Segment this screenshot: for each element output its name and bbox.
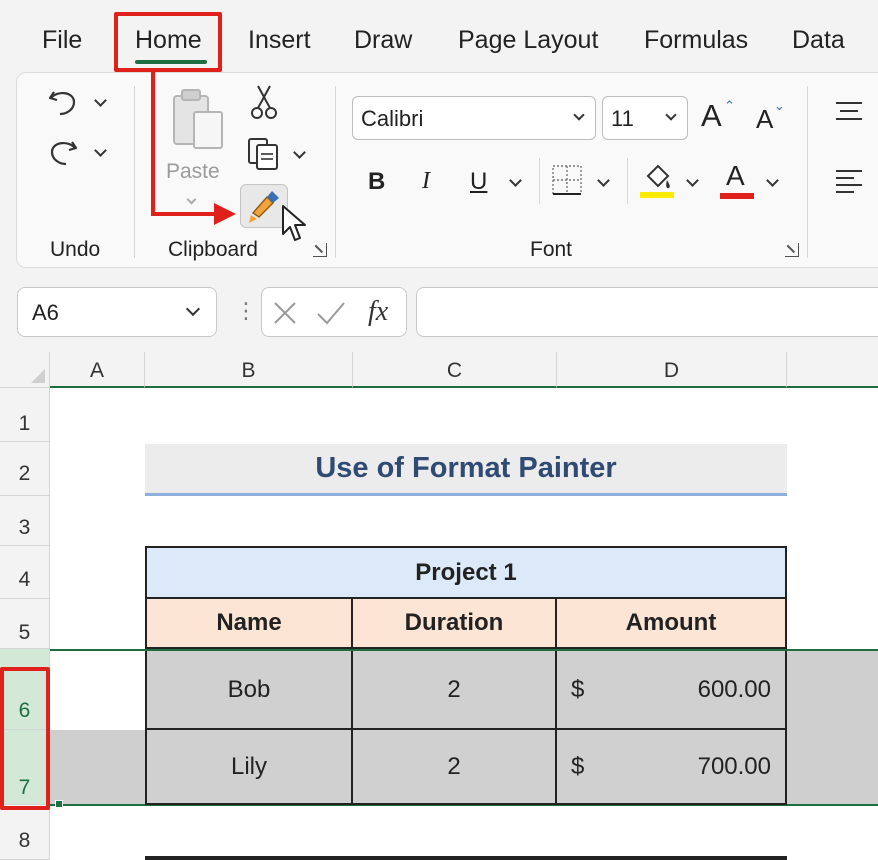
sheet-title-cell[interactable]: Use of Format Painter xyxy=(145,444,787,496)
row-header-5[interactable]: 5 xyxy=(0,599,50,649)
row-header-2[interactable]: 2 xyxy=(0,442,50,496)
align-top-icon[interactable] xyxy=(834,100,864,122)
separator xyxy=(627,158,628,204)
copy-icon[interactable] xyxy=(246,136,282,172)
name-box[interactable]: A6 xyxy=(17,287,217,337)
next-table-border xyxy=(145,856,787,860)
project-header-cell[interactable]: Project 1 xyxy=(145,546,787,599)
borders-icon[interactable] xyxy=(551,164,583,196)
undo-group-label: Undo xyxy=(50,238,101,261)
enter-icon[interactable] xyxy=(316,300,346,326)
chevron-down-icon xyxy=(665,109,677,121)
currency-symbol: $ xyxy=(571,675,585,703)
insert-function-button[interactable]: fx xyxy=(368,296,388,328)
fill-color-icon[interactable] xyxy=(640,162,674,200)
currency-symbol: $ xyxy=(571,752,585,780)
fill-handle[interactable] xyxy=(55,800,63,808)
font-color-letter: A xyxy=(726,160,745,191)
cell-name-bob[interactable]: Bob xyxy=(145,651,353,730)
menu-insert[interactable]: Insert xyxy=(248,26,311,55)
column-header-c[interactable]: C xyxy=(353,352,557,388)
underline-button[interactable]: U xyxy=(470,168,487,196)
group-separator xyxy=(335,86,336,258)
chevron-down-icon xyxy=(573,109,585,121)
bold-button[interactable]: B xyxy=(368,168,385,196)
cell-duration-lily[interactable]: 2 xyxy=(353,730,557,805)
more-options-icon[interactable]: ⋮ xyxy=(235,298,257,324)
header-amount-cell[interactable]: Amount xyxy=(557,599,787,649)
formula-input[interactable] xyxy=(416,287,878,337)
font-name-value: Calibri xyxy=(361,106,424,131)
amount-value: 700.00 xyxy=(697,752,771,780)
annotation-arrow-horizontal xyxy=(151,212,219,216)
cut-icon[interactable] xyxy=(250,84,278,120)
shrink-font-button[interactable]: A xyxy=(756,104,773,135)
annotation-home-highlight xyxy=(114,12,222,72)
column-header-d[interactable]: D xyxy=(557,352,787,388)
menu-draw[interactable]: Draw xyxy=(354,26,412,55)
header-name-cell[interactable]: Name xyxy=(145,599,353,649)
row-header-8[interactable]: 8 xyxy=(0,805,50,860)
mouse-cursor-icon xyxy=(282,205,306,241)
header-duration-cell[interactable]: Duration xyxy=(353,599,557,649)
cell-amount-bob[interactable]: $ 600.00 xyxy=(557,651,787,730)
paste-label[interactable]: Paste xyxy=(166,160,220,184)
menu-file[interactable]: File xyxy=(42,26,82,55)
font-launcher-icon[interactable] xyxy=(785,243,799,257)
font-name-combo[interactable]: Calibri xyxy=(352,96,596,140)
column-header-b[interactable]: B xyxy=(145,352,353,388)
cell-name-lily[interactable]: Lily xyxy=(145,730,353,805)
amount-value: 600.00 xyxy=(697,675,771,703)
cell-duration-bob[interactable]: 2 xyxy=(353,651,557,730)
grow-font-button[interactable]: A xyxy=(701,98,722,134)
selected-cells-e[interactable] xyxy=(787,649,878,805)
font-group-label: Font xyxy=(530,238,573,261)
menu-data[interactable]: Data xyxy=(792,26,845,55)
column-header-a[interactable]: A xyxy=(50,352,145,388)
selected-cell-a7[interactable] xyxy=(50,730,145,805)
clipboard-group-label: Clipboard xyxy=(168,238,258,261)
row-header-4[interactable]: 4 xyxy=(0,546,50,599)
group-separator xyxy=(807,86,808,258)
cell-amount-lily[interactable]: $ 700.00 xyxy=(557,730,787,805)
paste-icon[interactable] xyxy=(168,88,228,154)
menu-page-layout[interactable]: Page Layout xyxy=(458,26,598,55)
annotation-arrow-vertical xyxy=(151,72,155,216)
font-color-swatch xyxy=(720,193,754,199)
grow-arrow-icon: ⌃ xyxy=(724,98,735,113)
font-color-button[interactable]: A xyxy=(720,160,754,200)
align-left-icon[interactable] xyxy=(834,168,864,194)
font-size-value: 11 xyxy=(611,106,634,131)
group-separator xyxy=(134,86,135,258)
font-size-combo[interactable]: 11 xyxy=(602,96,688,140)
cancel-icon[interactable] xyxy=(272,300,298,326)
select-all-corner[interactable] xyxy=(0,352,50,388)
row-header-1[interactable]: 1 xyxy=(0,388,50,442)
separator xyxy=(539,158,540,204)
row-header-3[interactable]: 3 xyxy=(0,496,50,546)
menu-formulas[interactable]: Formulas xyxy=(644,26,748,55)
redo-icon[interactable] xyxy=(46,136,80,170)
annotation-row-header-highlight xyxy=(0,667,50,810)
undo-icon[interactable] xyxy=(46,86,80,118)
formula-buttons: fx xyxy=(261,287,407,337)
clipboard-launcher-icon[interactable] xyxy=(313,243,327,257)
column-header-e[interactable] xyxy=(787,352,878,388)
name-box-value: A6 xyxy=(32,300,59,325)
italic-button[interactable]: I xyxy=(422,168,430,195)
chevron-down-icon xyxy=(185,301,201,317)
annotation-arrowhead-icon xyxy=(214,203,236,225)
shrink-arrow-icon: ⌄ xyxy=(774,98,785,113)
